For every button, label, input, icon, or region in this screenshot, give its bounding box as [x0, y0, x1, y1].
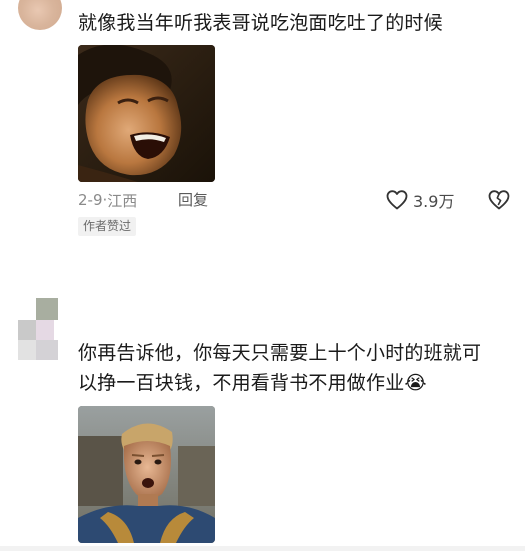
- comment-text: 就像我当年听我表哥说吃泡面吃吐了的时候: [78, 12, 443, 34]
- comment-image[interactable]: [78, 45, 215, 182]
- comment-text: 你再告诉他，你每天只需要上十个小时的班就可 以挣一百块钱，不用看背书不用做作业😭: [78, 338, 518, 398]
- like-count: 3.9万: [413, 192, 455, 211]
- broken-heart-icon[interactable]: [487, 188, 511, 212]
- heart-outline-icon: [386, 190, 408, 210]
- crying-emoji-icon: 😭: [404, 372, 427, 394]
- comment-location: 江西: [107, 191, 138, 210]
- comment-text-line-1: 你再告诉他，你每天只需要上十个小时的班就可: [78, 342, 482, 364]
- divider: [0, 546, 525, 551]
- reply-button[interactable]: 回复: [178, 189, 208, 211]
- author-liked-badge: 作者赞过: [78, 217, 137, 236]
- comment-text-line-2: 以挣一百块钱，不用看背书不用做作业: [78, 372, 405, 394]
- shocked-man-image: [78, 406, 215, 543]
- comment-date: 2-9: [78, 191, 103, 209]
- like-button[interactable]: 3.9万: [385, 188, 454, 212]
- avatar[interactable]: [18, 298, 62, 362]
- avatar[interactable]: [18, 0, 62, 30]
- comment-image[interactable]: [78, 406, 215, 543]
- comment-meta: 2-9 · 江西: [78, 189, 137, 211]
- laughing-man-image: [78, 45, 215, 182]
